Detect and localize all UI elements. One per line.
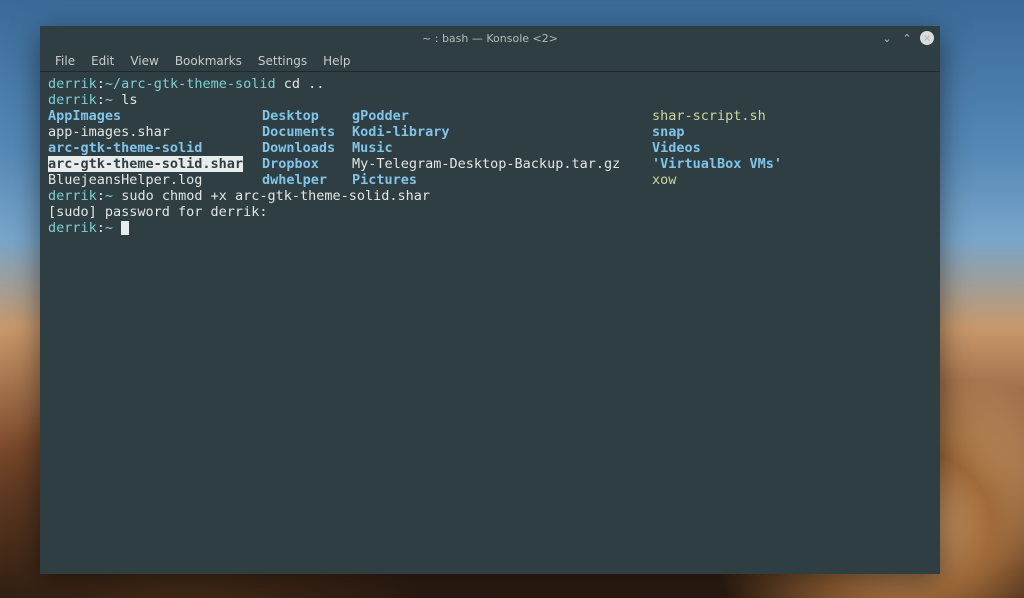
- menu-view[interactable]: View: [123, 52, 165, 70]
- menu-bookmarks[interactable]: Bookmarks: [168, 52, 249, 70]
- ls-cell: Downloads: [262, 140, 352, 156]
- ls-cell: shar-script.sh: [652, 108, 932, 124]
- ls-cell: dwhelper: [262, 172, 352, 188]
- ls-output: AppImagesDesktopgPoddershar-script.shapp…: [48, 108, 932, 188]
- prompt-sep: :: [97, 76, 105, 92]
- ls-cell: Dropbox: [262, 156, 352, 172]
- ls-cell: Desktop: [262, 108, 352, 124]
- prompt-user: derrik: [48, 220, 97, 236]
- ls-cell: snap: [652, 124, 932, 140]
- terminal-viewport[interactable]: derrik:~/arc-gtk-theme-solid cd .. derri…: [40, 72, 940, 574]
- ls-row: arc-gtk-theme-solidDownloadsMusicVideos: [48, 140, 932, 156]
- cmd-chmod: sudo chmod +x arc-gtk-theme-solid.shar: [121, 188, 430, 204]
- maximize-icon[interactable]: ⌃: [900, 31, 914, 45]
- ls-cell: arc-gtk-theme-solid: [48, 140, 262, 156]
- menu-settings[interactable]: Settings: [251, 52, 314, 70]
- ls-row: AppImagesDesktopgPoddershar-script.sh: [48, 108, 932, 124]
- prompt-path: ~/arc-gtk-theme-solid: [105, 76, 276, 92]
- ls-cell: AppImages: [48, 108, 262, 124]
- menu-file[interactable]: File: [48, 52, 82, 70]
- ls-cell: BluejeansHelper.log: [48, 172, 262, 188]
- prompt-user: derrik: [48, 188, 97, 204]
- ls-cell: My-Telegram-Desktop-Backup.tar.gz: [352, 156, 652, 172]
- window-controls: ⌄ ⌃ ✕: [880, 31, 934, 45]
- ls-cell: Pictures: [352, 172, 652, 188]
- konsole-window: ~ : bash — Konsole <2> ⌄ ⌃ ✕ File Edit V…: [40, 26, 940, 574]
- menu-help[interactable]: Help: [316, 52, 357, 70]
- prompt-user: derrik: [48, 92, 97, 108]
- ls-row: BluejeansHelper.logdwhelperPicturesxow: [48, 172, 932, 188]
- cursor-block: [121, 221, 129, 235]
- ls-cell: arc-gtk-theme-solid.shar: [48, 156, 262, 172]
- sudo-prompt: [sudo] password for derrik:: [48, 204, 267, 220]
- prompt-path: ~: [105, 92, 113, 108]
- ls-cell: Kodi-library: [352, 124, 652, 140]
- menubar: File Edit View Bookmarks Settings Help: [40, 50, 940, 72]
- cmd-ls: ls: [121, 92, 137, 108]
- ls-row: arc-gtk-theme-solid.sharDropboxMy-Telegr…: [48, 156, 932, 172]
- menu-edit[interactable]: Edit: [84, 52, 121, 70]
- ls-row: app-images.sharDocumentsKodi-librarysnap: [48, 124, 932, 140]
- ls-cell: Music: [352, 140, 652, 156]
- prompt-sep: :: [97, 92, 105, 108]
- ls-cell: Videos: [652, 140, 932, 156]
- ls-cell: xow: [652, 172, 932, 188]
- ls-cell: 'VirtualBox VMs': [652, 156, 932, 172]
- minimize-icon[interactable]: ⌄: [880, 31, 894, 45]
- close-icon[interactable]: ✕: [920, 31, 934, 45]
- ls-cell: app-images.shar: [48, 124, 262, 140]
- prompt-sep: :: [97, 188, 105, 204]
- cmd-cd: cd ..: [284, 76, 325, 92]
- ls-cell: gPodder: [352, 108, 652, 124]
- prompt-path: ~: [105, 220, 113, 236]
- prompt-user: derrik: [48, 76, 97, 92]
- ls-cell: Documents: [262, 124, 352, 140]
- prompt-path: ~: [105, 188, 113, 204]
- window-title: ~ : bash — Konsole <2>: [40, 32, 940, 45]
- titlebar[interactable]: ~ : bash — Konsole <2> ⌄ ⌃ ✕: [40, 26, 940, 50]
- prompt-sep: :: [97, 220, 105, 236]
